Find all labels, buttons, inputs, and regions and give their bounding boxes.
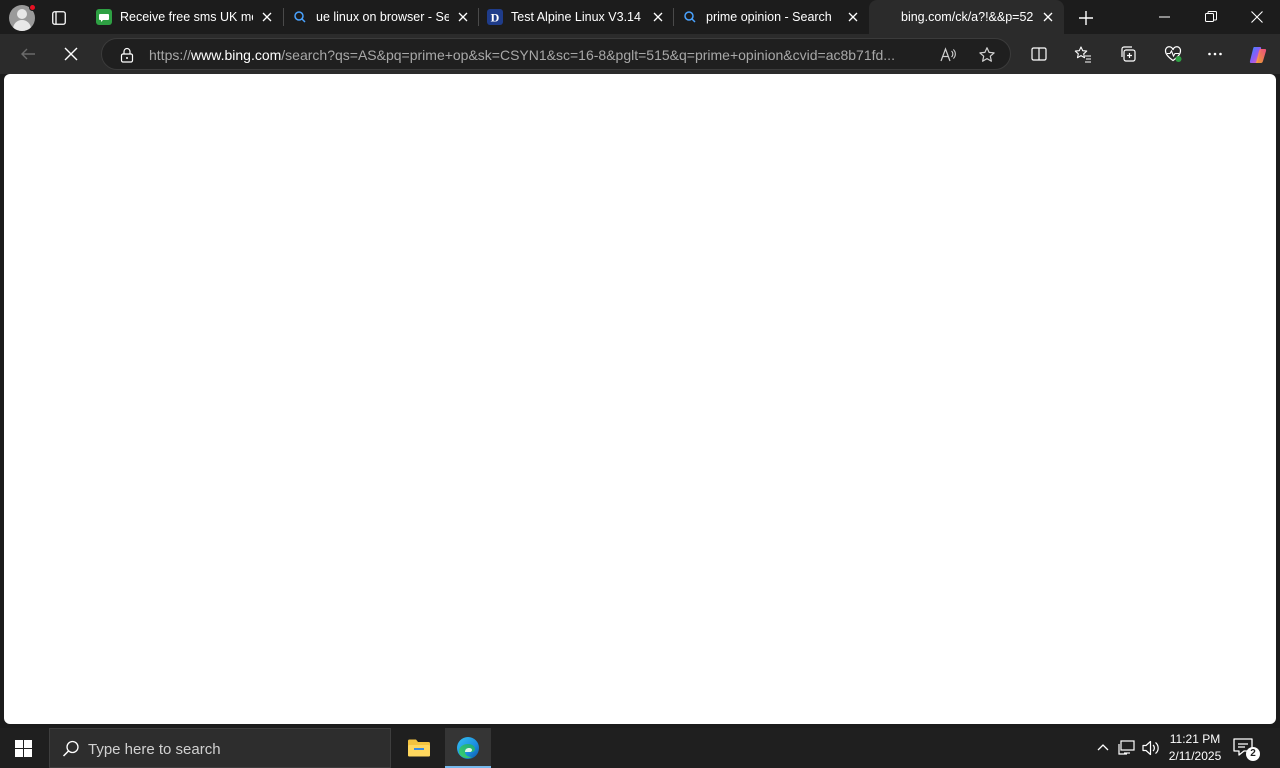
chevron-up-icon[interactable]: [1093, 738, 1113, 758]
windows-logo-icon: [15, 740, 32, 757]
settings-more-button[interactable]: [1199, 38, 1231, 70]
tab-title: ue linux on browser - Sea: [316, 10, 449, 24]
split-screen-icon: [1031, 47, 1047, 61]
file-explorer-app[interactable]: [396, 728, 442, 768]
tab-linux-browser-search[interactable]: ue linux on browser - Sea: [284, 0, 479, 34]
clock-time: 11:21 PM: [1169, 732, 1221, 746]
minimize-button[interactable]: [1142, 0, 1188, 34]
search-icon: [294, 11, 306, 23]
start-button[interactable]: [0, 728, 48, 768]
lock-icon[interactable]: [119, 47, 135, 63]
close-icon[interactable]: [455, 9, 471, 25]
folder-icon: [408, 739, 430, 757]
favorites-button[interactable]: [1067, 38, 1099, 70]
arrow-left-icon: [21, 48, 35, 60]
avatar-shoulders: [13, 20, 31, 31]
tab-actions-icon: [52, 11, 66, 25]
clock-date: 2/11/2025: [1168, 749, 1222, 763]
search-icon: [684, 11, 696, 23]
tab-title: bing.com/ck/a?!&&p=52: [901, 10, 1034, 24]
minimize-icon: [1159, 16, 1170, 18]
close-window-button[interactable]: [1234, 0, 1280, 34]
letter-d-icon: D: [487, 9, 503, 25]
windows-taskbar: Type here to search 11:21 PM 2/11/2025 2: [0, 728, 1280, 768]
favorites-list-icon: [1074, 46, 1091, 63]
address-bar[interactable]: https://www.bing.com/search?qs=AS&pq=pri…: [101, 38, 1011, 70]
tab-strip: Receive free sms UK mob ue linux on brow…: [0, 0, 1280, 34]
new-tab-button[interactable]: [1072, 5, 1100, 31]
more-horizontal-icon: [1208, 52, 1222, 56]
close-icon[interactable]: [650, 9, 666, 25]
close-icon: [1251, 11, 1263, 23]
tab-prime-opinion-search[interactable]: prime opinion - Search: [674, 0, 869, 34]
edge-logo-icon: [457, 737, 479, 759]
tab-title: Receive free sms UK mob: [120, 10, 253, 24]
network-ethernet-icon[interactable]: [1117, 738, 1137, 758]
split-screen-button[interactable]: [1023, 38, 1055, 70]
copilot-button[interactable]: [1241, 38, 1273, 70]
system-clock[interactable]: 11:21 PM 2/11/2025: [1163, 731, 1227, 765]
volume-icon[interactable]: [1141, 738, 1161, 758]
stop-loading-button[interactable]: [55, 38, 87, 70]
stop-x-icon: [64, 47, 78, 61]
notification-count-badge: 2: [1246, 747, 1260, 761]
read-aloud-button[interactable]: [936, 43, 960, 67]
svg-text:D: D: [491, 11, 500, 25]
url-prefix: https://: [149, 47, 192, 63]
tab-title: prime opinion - Search: [706, 10, 832, 24]
page-viewport[interactable]: [4, 74, 1276, 724]
avatar-head: [17, 9, 27, 19]
tab-title: Test Alpine Linux V3.14 o: [511, 10, 644, 24]
search-icon: [62, 740, 79, 757]
taskbar-search-box[interactable]: Type here to search: [49, 728, 391, 768]
url-path: /search?qs=AS&pq=prime+op&sk=CSYN1&sc=16…: [281, 47, 895, 63]
star-icon: [979, 47, 995, 62]
close-icon[interactable]: [1040, 9, 1056, 25]
browser-toolbar: https://www.bing.com/search?qs=AS&pq=pri…: [0, 34, 1280, 74]
close-icon[interactable]: [259, 9, 275, 25]
copilot-icon: [1249, 47, 1267, 63]
browser-essentials-button[interactable]: [1157, 38, 1189, 70]
tab-bing-redirect[interactable]: bing.com/ck/a?!&&p=52: [869, 0, 1064, 34]
tab-receive-sms[interactable]: Receive free sms UK mob: [88, 0, 283, 34]
notification-center-button[interactable]: 2: [1232, 734, 1260, 762]
plus-icon: [1079, 11, 1093, 25]
edge-browser-app[interactable]: [445, 728, 491, 768]
favorite-star-button[interactable]: [975, 43, 999, 67]
collections-button[interactable]: [1112, 38, 1144, 70]
restore-icon: [1205, 11, 1217, 22]
collections-icon: [1121, 46, 1136, 62]
profile-notification-dot: [29, 4, 36, 11]
taskbar-search-placeholder: Type here to search: [88, 741, 221, 758]
url-text[interactable]: https://www.bing.com/search?qs=AS&pq=pri…: [149, 47, 929, 63]
tab-alpine-linux[interactable]: D Test Alpine Linux V3.14 o: [479, 0, 674, 34]
read-aloud-icon: [940, 47, 956, 62]
back-button[interactable]: [12, 38, 44, 70]
close-icon[interactable]: [845, 9, 861, 25]
heart-pulse-icon: [1164, 46, 1182, 62]
chat-bubble-icon: [96, 9, 112, 25]
tab-actions-button[interactable]: [44, 5, 74, 31]
url-host: www.bing.com: [191, 47, 282, 63]
restore-button[interactable]: [1188, 0, 1234, 34]
